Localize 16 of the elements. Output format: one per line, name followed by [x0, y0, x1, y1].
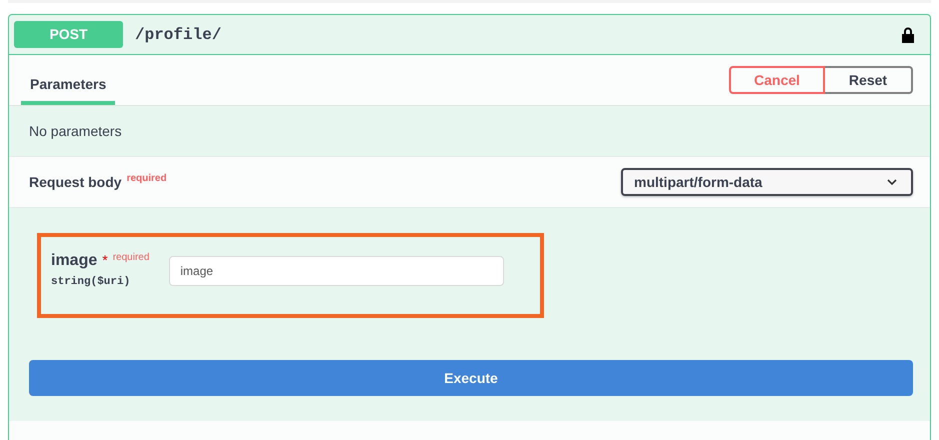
lock-icon[interactable] [901, 26, 915, 44]
request-body-title: Request body [29, 174, 122, 190]
method-badge: POST [14, 21, 123, 48]
execute-button[interactable]: Execute [29, 360, 913, 396]
field-name: image [51, 252, 98, 270]
reset-button[interactable]: Reset [825, 66, 913, 94]
required-mark: * [102, 252, 108, 268]
content-type-select[interactable]: multipart/form-data [621, 168, 913, 196]
input-field[interactable]: image [169, 256, 504, 286]
chevron-down-icon [887, 179, 897, 185]
no-parameters-text: No parameters [29, 123, 122, 139]
required-label: required [126, 173, 167, 184]
endpoint-path: /profile/ [135, 26, 222, 44]
parameters-tab[interactable]: Parameters [21, 55, 116, 105]
required-label: required [112, 252, 150, 263]
field-type: string($uri) [51, 276, 132, 288]
